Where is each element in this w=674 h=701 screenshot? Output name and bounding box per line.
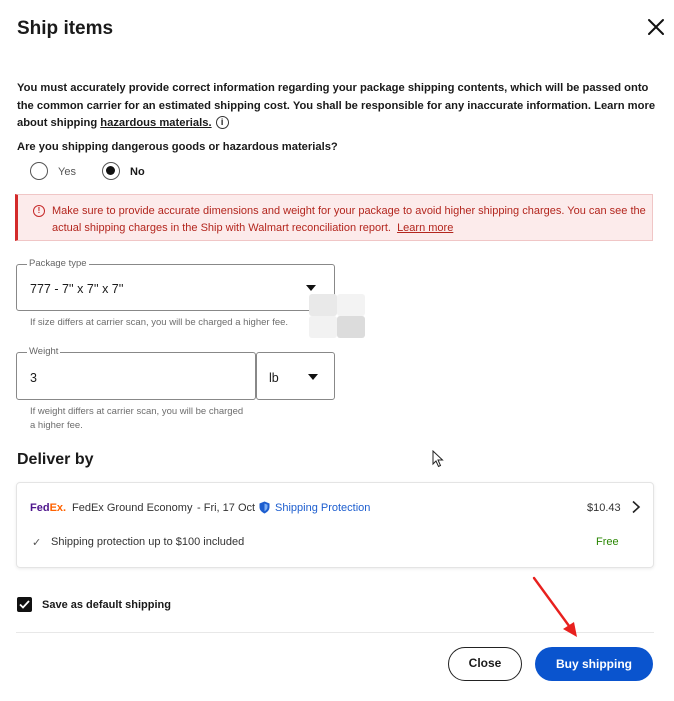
chevron-right-icon[interactable] [631,500,641,519]
buy-shipping-button[interactable]: Buy shipping [535,647,653,681]
chevron-down-icon [308,374,318,380]
close-icon[interactable] [644,15,668,39]
shipping-price: $10.43 [587,502,621,514]
hazmat-question: Are you shipping dangerous goods or haza… [17,141,338,153]
hazardous-materials-link[interactable]: hazardous materials. [100,117,211,129]
package-type-select[interactable]: Package type 777 - 7'' x 7'' x 7'' [16,258,335,311]
default-shipping-label: Save as default shipping [42,599,171,611]
mouse-cursor-icon [432,449,444,473]
weight-help-text: If weight differs at carrier scan, you w… [30,405,243,433]
package-help-text: If size differs at carrier scan, you wil… [30,317,289,328]
info-icon[interactable]: i [215,116,229,129]
deliver-by-heading: Deliver by [17,451,94,468]
dialog-title: Ship items [17,18,114,39]
carrier-service: FedEx Ground Economy [72,502,193,514]
protection-note: Shipping protection up to $100 included [51,536,245,548]
protection-price: Free [596,536,619,548]
shipping-protection-label: Shipping Protection [275,502,371,514]
warning-alert: ! Make sure to provide accurate dimensio… [15,194,653,241]
radio-no[interactable] [102,162,120,180]
weight-unit-select[interactable]: lb [256,352,335,400]
weight-input[interactable]: Weight 3 [16,346,256,400]
radio-yes-label: Yes [58,166,76,178]
alert-text: Make sure to provide accurate dimensions… [52,203,652,237]
chevron-down-icon [306,285,316,291]
radio-yes[interactable] [30,162,48,180]
weight-help-line2: a higher fee. [30,420,83,431]
annotation-arrow [528,574,584,647]
package-type-value: 777 - 7'' x 7'' x 7'' [30,282,124,296]
radio-no-label: No [130,166,145,178]
alert-message: Make sure to provide accurate dimensions… [52,205,646,234]
learn-more-link[interactable]: Learn more [397,222,453,234]
weight-unit-value: lb [269,371,279,385]
shipping-option-card[interactable]: FedEx. FedEx Ground Economy - Fri, 17 Oc… [16,482,654,568]
alert-icon: ! [33,205,45,217]
close-button[interactable]: Close [448,647,522,681]
package-type-label: Package type [27,258,89,269]
fedex-logo: FedEx. [30,502,67,514]
check-icon: ✓ [32,537,42,549]
blurred-image [309,294,365,338]
weight-value: 3 [30,371,37,385]
weight-label: Weight [27,346,61,357]
shipping-notice: You must accurately provide correct info… [17,80,657,133]
default-shipping-checkbox[interactable] [17,597,32,612]
delivery-date: - Fri, 17 Oct [197,502,256,514]
weight-help-line1: If weight differs at carrier scan, you w… [30,406,244,417]
shield-icon [259,501,270,519]
